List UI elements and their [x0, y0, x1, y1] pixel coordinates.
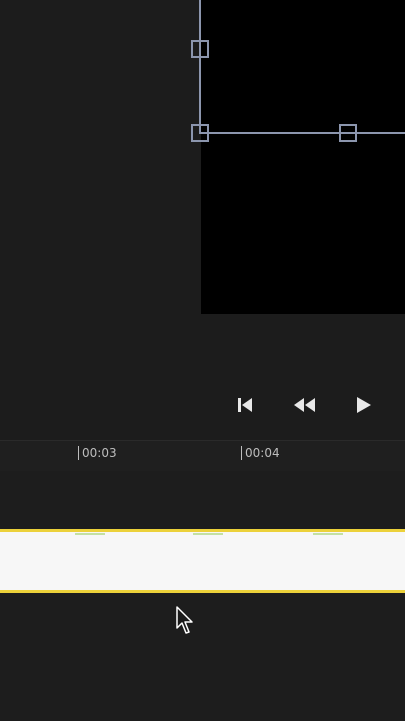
- play-button[interactable]: [350, 392, 376, 418]
- timeline[interactable]: 00:03 00:04: [0, 440, 405, 721]
- rewind-button[interactable]: [290, 392, 320, 418]
- selection-edge-bottom: [199, 132, 405, 134]
- video-canvas[interactable]: [201, 0, 405, 314]
- selection-edge-left: [199, 0, 201, 134]
- ruler-tick: 00:03: [78, 446, 117, 460]
- ruler-tick: 00:04: [241, 446, 280, 460]
- skip-to-start-icon: [238, 398, 252, 412]
- mouse-pointer-icon: [176, 606, 193, 634]
- clip-marker: [313, 533, 343, 535]
- selected-clip[interactable]: [0, 529, 405, 593]
- ruler-label: 00:03: [82, 446, 117, 460]
- resize-handle-bottom-left[interactable]: [191, 124, 209, 142]
- preview-area: [0, 0, 405, 440]
- time-ruler[interactable]: 00:03 00:04: [0, 441, 405, 471]
- ruler-label: 00:04: [245, 446, 280, 460]
- rewind-icon: [294, 398, 315, 412]
- clip-marker: [75, 533, 105, 535]
- skip-to-start-button[interactable]: [232, 392, 258, 418]
- clip-marker: [193, 533, 223, 535]
- resize-handle-left[interactable]: [191, 40, 209, 58]
- resize-handle-bottom[interactable]: [339, 124, 357, 142]
- play-icon: [357, 397, 371, 413]
